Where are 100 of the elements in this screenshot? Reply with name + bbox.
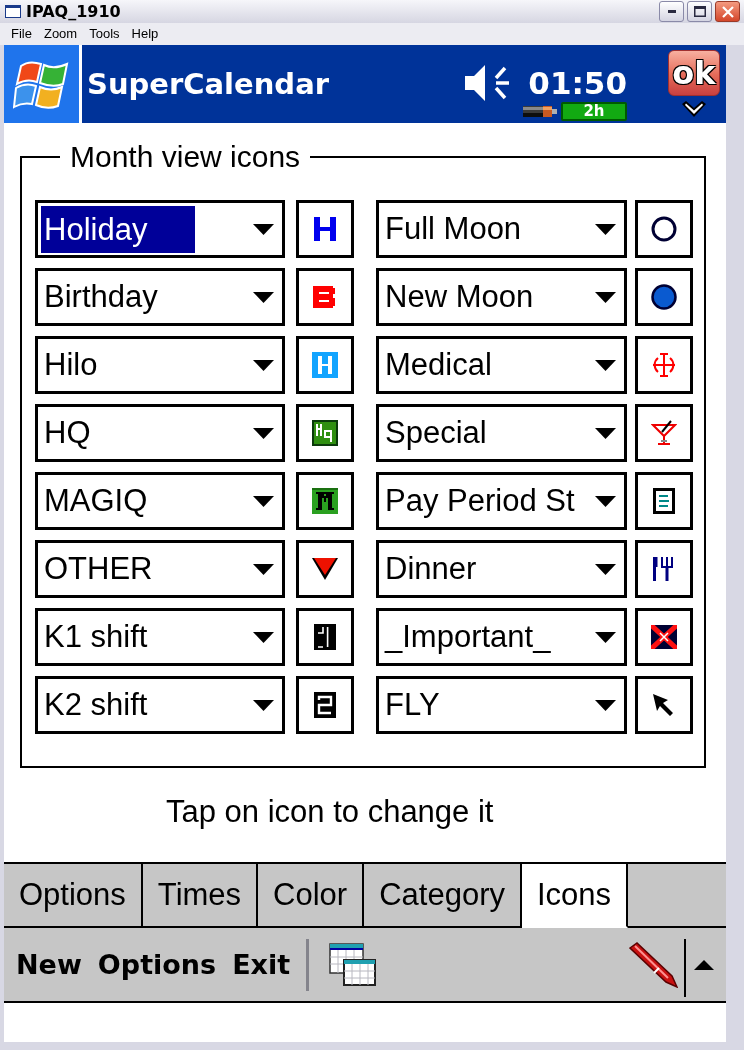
dropdown-value: K1 shift bbox=[43, 619, 149, 655]
dropdown-field[interactable]: FLY bbox=[376, 676, 627, 734]
medical-symbol-icon bbox=[651, 352, 677, 378]
caret-down-icon bbox=[253, 563, 274, 575]
command-menu-item[interactable]: New bbox=[8, 947, 90, 982]
tab[interactable]: Icons bbox=[522, 864, 629, 928]
maximize-button[interactable] bbox=[687, 1, 712, 22]
dropdown-field[interactable]: K1 shift bbox=[35, 608, 285, 666]
caret-down-icon bbox=[253, 495, 274, 507]
menu-item[interactable]: Help bbox=[125, 26, 165, 42]
icon-button[interactable] bbox=[635, 268, 693, 326]
icon-button[interactable] bbox=[635, 336, 693, 394]
number-one-tile-icon bbox=[314, 624, 336, 650]
circle-outline-icon bbox=[651, 216, 677, 242]
hq-tile-icon bbox=[312, 420, 338, 446]
letter-h-icon bbox=[314, 217, 336, 241]
dropdown-value: Pay Period St bbox=[384, 483, 576, 519]
icon-button[interactable] bbox=[296, 268, 354, 326]
group-title: Month view icons bbox=[69, 140, 302, 174]
menu-item[interactable]: Tools bbox=[83, 26, 126, 42]
tab[interactable]: Color bbox=[258, 864, 365, 928]
minimize-button[interactable] bbox=[659, 1, 684, 22]
dropdown-field[interactable]: OTHER bbox=[35, 540, 285, 598]
pen-icon[interactable] bbox=[628, 941, 678, 988]
window-title: IPAQ_1910 bbox=[26, 1, 121, 22]
dropdown-value: Full Moon bbox=[384, 211, 523, 247]
dropdown-value: Special bbox=[384, 415, 488, 451]
icon-button[interactable] bbox=[635, 676, 693, 734]
tab[interactable]: Options bbox=[4, 864, 143, 928]
caret-down-icon bbox=[253, 359, 274, 371]
start-button[interactable] bbox=[4, 45, 79, 123]
icon-button[interactable] bbox=[296, 472, 354, 530]
caret-down-icon bbox=[595, 359, 616, 371]
icon-button[interactable] bbox=[296, 676, 354, 734]
menu-item[interactable]: Zoom bbox=[37, 26, 84, 42]
dropdown-field[interactable]: Full Moon bbox=[376, 200, 627, 258]
icon-button[interactable] bbox=[635, 404, 693, 462]
filled-circle-icon bbox=[651, 284, 677, 310]
caret-down-icon bbox=[595, 291, 616, 303]
dropdown-field[interactable]: Hilo bbox=[35, 336, 285, 394]
caret-down-icon bbox=[595, 495, 616, 507]
dropdown-value: Holiday bbox=[41, 205, 195, 253]
command-menu-item[interactable]: Exit bbox=[224, 947, 299, 982]
caret-down-icon bbox=[595, 631, 616, 643]
icon-button[interactable] bbox=[635, 472, 693, 530]
clock-time: 01:50 bbox=[528, 65, 627, 101]
tab[interactable]: Category bbox=[364, 864, 522, 928]
dropdown-value: OTHER bbox=[43, 551, 154, 587]
caret-up-icon[interactable] bbox=[694, 959, 714, 970]
dropdown-value: FLY bbox=[384, 687, 441, 723]
close-icon bbox=[721, 5, 734, 18]
battery-icon bbox=[523, 106, 557, 117]
hint-text: Tap on icon to change it bbox=[166, 794, 494, 830]
close-button[interactable] bbox=[715, 1, 740, 22]
caret-down-icon bbox=[595, 563, 616, 575]
command-menu-item[interactable]: Options bbox=[89, 947, 225, 982]
dropdown-field[interactable]: Special bbox=[376, 404, 627, 462]
tab[interactable]: Times bbox=[142, 864, 259, 928]
caret-down-icon bbox=[253, 631, 274, 643]
dropdown-field[interactable]: Holiday bbox=[35, 200, 285, 258]
document-icon bbox=[653, 488, 675, 514]
caret-down-icon bbox=[595, 223, 616, 235]
battery-time-indicator: 2h bbox=[561, 102, 627, 121]
dropdown-value: New Moon bbox=[384, 279, 535, 315]
icon-button[interactable] bbox=[296, 336, 354, 394]
dropdown-field[interactable]: _Important_ bbox=[376, 608, 627, 666]
dropdown-field[interactable]: New Moon bbox=[376, 268, 627, 326]
calendar-icon[interactable] bbox=[329, 942, 378, 987]
number-two-tile-icon bbox=[314, 692, 336, 718]
dropdown-value: Hilo bbox=[43, 347, 99, 383]
caret-down-icon bbox=[595, 427, 616, 439]
dropdown-field[interactable]: MAGIQ bbox=[35, 472, 285, 530]
dropdown-field[interactable]: Dinner bbox=[376, 540, 627, 598]
dropdown-field[interactable]: Medical bbox=[376, 336, 627, 394]
caret-down-icon bbox=[253, 699, 274, 711]
icon-button[interactable] bbox=[635, 608, 693, 666]
crossed-tile-icon bbox=[651, 625, 677, 649]
dropdown-field[interactable]: K2 shift bbox=[35, 676, 285, 734]
icon-button[interactable] bbox=[296, 404, 354, 462]
icon-button[interactable] bbox=[635, 540, 693, 598]
caret-down-icon bbox=[595, 699, 616, 711]
icon-button[interactable] bbox=[296, 200, 354, 258]
dropdown-value: MAGIQ bbox=[43, 483, 149, 519]
dropdown-value: Medical bbox=[384, 347, 493, 383]
caret-down-icon bbox=[253, 427, 274, 439]
icon-button[interactable] bbox=[296, 540, 354, 598]
dropdown-field[interactable]: HQ bbox=[35, 404, 285, 462]
chevron-down-icon bbox=[682, 101, 706, 118]
icon-button[interactable] bbox=[635, 200, 693, 258]
dropdown-field[interactable]: Birthday bbox=[35, 268, 285, 326]
cocktail-glass-icon bbox=[651, 420, 677, 446]
dropdown-value: HQ bbox=[43, 415, 92, 451]
app-title: SuperCalendar bbox=[87, 67, 329, 101]
icon-button[interactable] bbox=[296, 608, 354, 666]
dropdown-value: _Important_ bbox=[383, 619, 552, 655]
h-tile-icon bbox=[312, 352, 338, 378]
minimize-icon bbox=[667, 10, 676, 13]
dropdown-field[interactable]: Pay Period St bbox=[376, 472, 627, 530]
menu-item[interactable]: File bbox=[5, 26, 38, 42]
letter-b-icon bbox=[313, 286, 337, 308]
